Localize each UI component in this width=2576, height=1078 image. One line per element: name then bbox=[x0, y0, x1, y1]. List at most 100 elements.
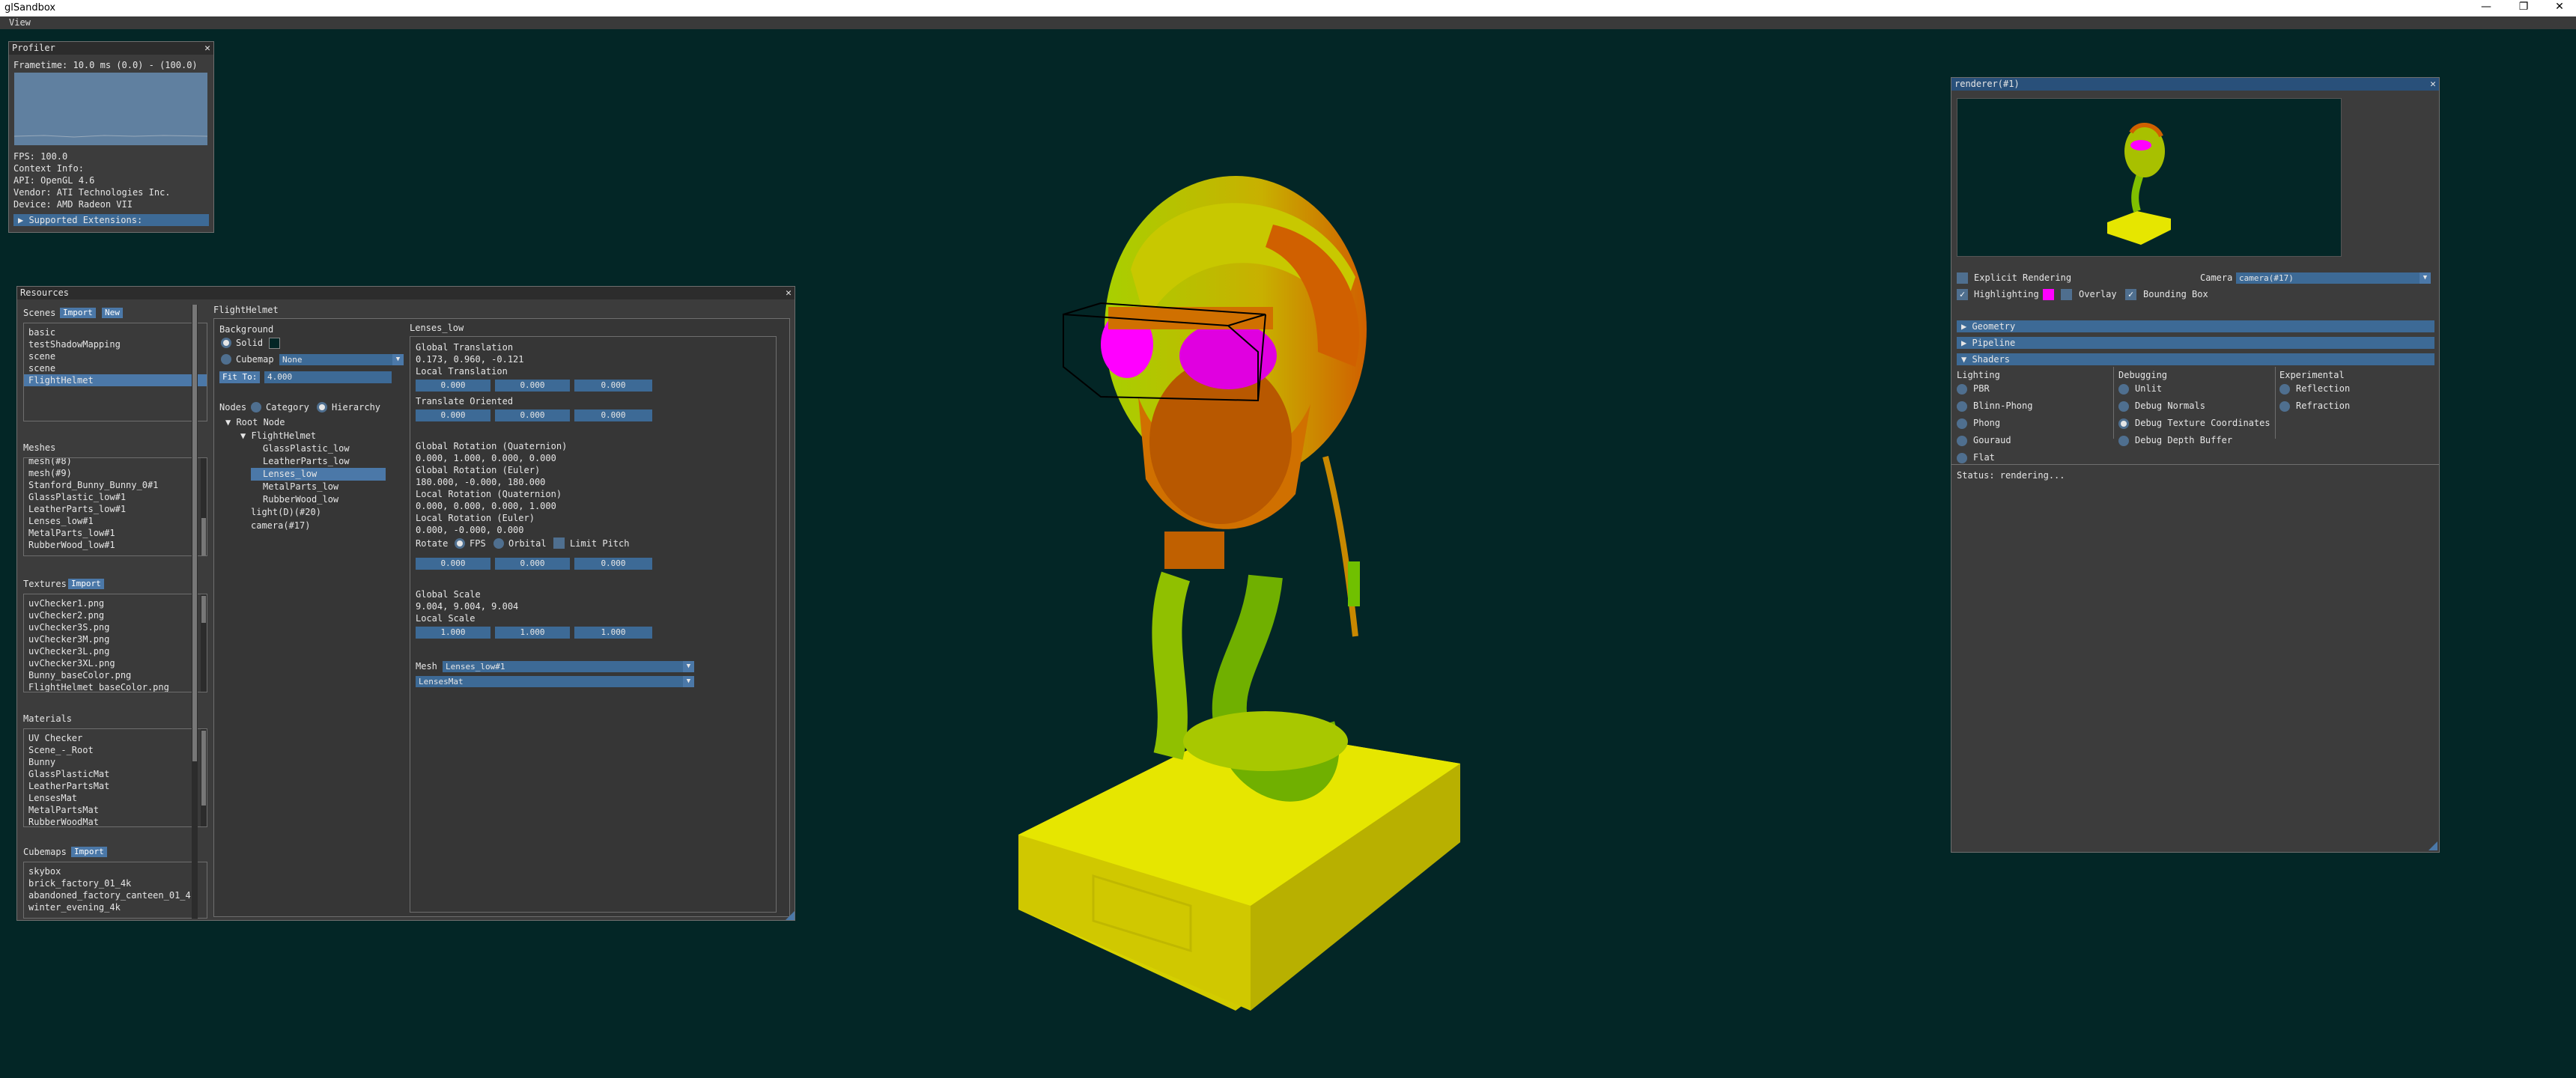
local-translation-x[interactable]: 0.000 bbox=[416, 380, 490, 392]
tree-child-node[interactable]: LeatherParts_low bbox=[251, 455, 386, 468]
mesh-list-item[interactable]: RubberWood_low#1 bbox=[24, 539, 207, 551]
resources-left-scrollbar[interactable] bbox=[192, 305, 198, 919]
translate-oriented-x[interactable]: 0.000 bbox=[416, 409, 490, 421]
lighting-option[interactable]: Phong bbox=[1957, 418, 2106, 435]
tree-child-node[interactable]: Lenses_low bbox=[251, 468, 386, 481]
debugging-radio[interactable] bbox=[2118, 401, 2129, 412]
tree-light-node[interactable]: light(D)(#20) bbox=[251, 507, 321, 518]
local-translation-y[interactable]: 0.000 bbox=[495, 380, 570, 392]
tree-child-node[interactable]: GlassPlastic_low bbox=[251, 442, 386, 455]
cubemap-list-item[interactable]: brick_factory_01_4k bbox=[24, 877, 207, 889]
debugging-option[interactable]: Debug Depth Buffer bbox=[2118, 435, 2268, 452]
supported-extensions-header[interactable]: ▶ Supported Extensions: bbox=[13, 214, 209, 226]
solid-radio[interactable] bbox=[221, 338, 231, 348]
material-list-item[interactable]: LensesMat bbox=[24, 792, 207, 804]
resources-window[interactable]: Resources ✕ Scenes Import New basic testSh… bbox=[16, 286, 795, 921]
translate-oriented-y[interactable]: 0.000 bbox=[495, 409, 570, 421]
scene-list-item[interactable]: scene bbox=[24, 350, 207, 362]
geometry-header[interactable]: ▶ Geometry bbox=[1957, 320, 2434, 332]
tree-flighthelmet-node[interactable]: ▼ FlightHelmet bbox=[240, 430, 316, 442]
mesh-select[interactable]: Lenses_low#1 ▼ bbox=[443, 661, 694, 672]
tree-camera-node[interactable]: camera(#17) bbox=[251, 520, 310, 532]
mesh-list-item[interactable]: GlassPlastic_low#1 bbox=[24, 491, 207, 503]
overlay-checkbox[interactable] bbox=[2061, 289, 2072, 300]
cubemap-list-item[interactable]: winter_evening_4k bbox=[24, 901, 207, 913]
material-list-item[interactable]: Scene_-_Root bbox=[24, 744, 207, 756]
texture-list-item[interactable]: Bunny_baseColor.png bbox=[24, 669, 207, 681]
mesh-list-item[interactable]: Lenses_low#1 bbox=[24, 515, 207, 527]
renderer-title[interactable]: renderer(#1) ✕ bbox=[1951, 78, 2439, 91]
experimental-option[interactable]: Refraction bbox=[2279, 401, 2429, 418]
material-list-item[interactable]: Bunny bbox=[24, 756, 207, 768]
renderer-close-icon[interactable]: ✕ bbox=[2430, 78, 2436, 91]
texture-list-item[interactable]: uvChecker3M.png bbox=[24, 633, 207, 645]
resources-title[interactable]: Resources ✕ bbox=[17, 287, 795, 299]
material-list-item[interactable]: RubberWoodMat bbox=[24, 816, 207, 826]
debugging-radio[interactable] bbox=[2118, 384, 2129, 395]
scenes-new-button[interactable]: New bbox=[102, 308, 123, 318]
mesh-list-item[interactable]: mesh(#8) bbox=[24, 458, 207, 467]
shaders-header[interactable]: ▼ Shaders bbox=[1957, 353, 2434, 365]
menu-view[interactable]: View bbox=[9, 17, 31, 28]
close-button[interactable]: ✕ bbox=[2545, 1, 2575, 13]
cubemap-radio[interactable] bbox=[221, 354, 231, 365]
experimental-radio[interactable] bbox=[2279, 384, 2290, 395]
resize-grip-icon[interactable] bbox=[2428, 841, 2437, 850]
lighting-option[interactable]: Flat bbox=[1957, 452, 2106, 469]
materials-scrollbar[interactable] bbox=[201, 729, 207, 826]
background-color-swatch[interactable] bbox=[269, 338, 280, 349]
mesh-list-item[interactable]: MetalParts_low#1 bbox=[24, 527, 207, 539]
lighting-option[interactable]: Gouraud bbox=[1957, 435, 2106, 452]
cubemap-list-item[interactable]: abandoned_factory_canteen_01_4k bbox=[24, 889, 207, 901]
material-list-item[interactable]: LeatherPartsMat bbox=[24, 780, 207, 792]
mesh-list-item[interactable]: mesh(#9) bbox=[24, 467, 207, 479]
local-scale-x[interactable]: 1.000 bbox=[416, 627, 490, 639]
scene-list-item[interactable]: testShadowMapping bbox=[24, 338, 207, 350]
scenes-import-button[interactable]: Import bbox=[60, 308, 96, 318]
lighting-radio[interactable] bbox=[1957, 453, 1967, 463]
fit-to-button[interactable]: Fit To: bbox=[219, 371, 261, 383]
viewport-3d-model[interactable] bbox=[988, 157, 1475, 1018]
profiler-title[interactable]: Profiler ✕ bbox=[9, 42, 213, 55]
scene-list-item[interactable]: FlightHelmet bbox=[24, 374, 207, 386]
scene-list-item[interactable]: scene bbox=[24, 362, 207, 374]
lighting-option[interactable]: PBR bbox=[1957, 383, 2106, 401]
rotate-z[interactable]: 0.000 bbox=[574, 558, 652, 570]
resources-close-icon[interactable]: ✕ bbox=[786, 287, 792, 299]
tree-root-node[interactable]: ▼ Root Node bbox=[225, 417, 285, 428]
camera-select[interactable]: camera(#17) ▼ bbox=[2236, 272, 2431, 284]
lighting-radio[interactable] bbox=[1957, 418, 1967, 429]
texture-list-item[interactable]: FlightHelmet_baseColor.png bbox=[24, 681, 207, 692]
debugging-option[interactable]: Debug Texture Coordinates bbox=[2118, 418, 2270, 435]
highlight-color-swatch[interactable] bbox=[2043, 289, 2054, 300]
texture-list-item[interactable]: uvChecker1.png bbox=[24, 597, 207, 609]
material-list-item[interactable]: UV Checker bbox=[24, 732, 207, 744]
textures-import-button[interactable]: Import bbox=[68, 579, 104, 589]
scene-list-item[interactable]: basic bbox=[24, 326, 207, 338]
texture-list-item[interactable]: uvChecker3L.png bbox=[24, 645, 207, 657]
meshes-list[interactable]: mesh(#8) mesh(#9) Stanford_Bunny_Bunny_0#1… bbox=[23, 457, 207, 556]
cubemaps-import-button[interactable]: Import bbox=[71, 847, 107, 857]
rotate-x[interactable]: 0.000 bbox=[416, 558, 490, 570]
debugging-radio[interactable] bbox=[2118, 418, 2129, 429]
experimental-radio[interactable] bbox=[2279, 401, 2290, 412]
mesh-list-item[interactable]: Stanford_Bunny_Bunny_0#1 bbox=[24, 479, 207, 491]
fit-to-input[interactable]: 4.000 bbox=[264, 371, 392, 383]
debugging-option[interactable]: Unlit bbox=[2118, 383, 2268, 401]
renderer-window[interactable]: renderer(#1) ✕ Explicit Rendering Camera … bbox=[1951, 77, 2440, 853]
profiler-window[interactable]: Profiler ✕ Frametime: 10.0 ms (0.0) - (10… bbox=[8, 41, 214, 233]
scenes-list[interactable]: basic testShadowMapping scene scene FlightHe… bbox=[23, 323, 207, 421]
material-list-item[interactable]: MetalPartsMat bbox=[24, 804, 207, 816]
profiler-close-icon[interactable]: ✕ bbox=[204, 42, 210, 55]
texture-list-item[interactable]: uvChecker3XL.png bbox=[24, 657, 207, 669]
highlighting-checkbox[interactable]: ✓ bbox=[1957, 289, 1968, 300]
cubemaps-list[interactable]: skybox brick_factory_01_4k abandoned_facto… bbox=[23, 862, 207, 919]
bounding-box-checkbox[interactable]: ✓ bbox=[2125, 289, 2136, 300]
resize-grip-icon[interactable] bbox=[786, 911, 795, 920]
rotate-y[interactable]: 0.000 bbox=[495, 558, 570, 570]
meshes-scrollbar[interactable] bbox=[201, 458, 207, 555]
tree-child-node[interactable]: MetalParts_low bbox=[251, 481, 386, 493]
tree-child-node[interactable]: RubberWood_low bbox=[251, 493, 386, 506]
texture-list-item[interactable]: uvChecker2.png bbox=[24, 609, 207, 621]
cubemap-select[interactable]: None ▼ bbox=[279, 354, 404, 365]
